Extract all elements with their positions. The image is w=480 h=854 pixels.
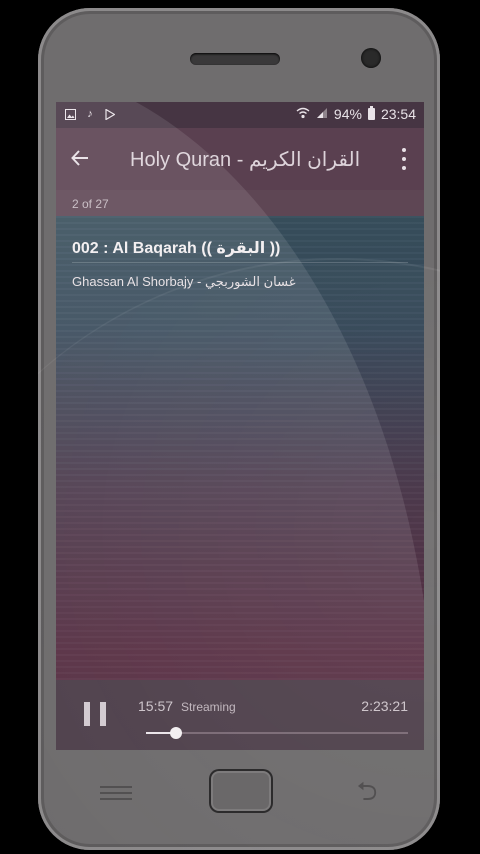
clock: 23:54 <box>380 106 416 122</box>
music-note-icon: ♪ <box>87 108 93 120</box>
gallery-icon <box>64 107 76 121</box>
elapsed-time: 15:57 <box>138 698 174 714</box>
track-reciter: Ghassan Al Shorbajy - غسان الشوربجي <box>72 274 296 289</box>
hardware-back-icon[interactable]: ⮌ <box>350 778 384 804</box>
battery-percent: 94% <box>333 106 362 122</box>
play-store-icon <box>104 107 116 121</box>
signal-icon <box>316 106 328 122</box>
seek-thumb[interactable] <box>170 727 183 739</box>
playlist-position-bar: 2 of 27 <box>56 190 424 216</box>
more-options-icon[interactable] <box>400 148 408 170</box>
device-frame: ♪ 94% 23:54 Holy Quran - القران الكريم 2… <box>0 0 480 854</box>
stream-status: Streaming <box>181 700 236 714</box>
pause-icon[interactable] <box>84 702 106 728</box>
front-camera <box>361 48 381 68</box>
home-button[interactable] <box>209 769 273 813</box>
wifi-icon <box>296 106 310 122</box>
status-bar: ♪ 94% 23:54 <box>56 102 424 128</box>
menu-key-icon[interactable] <box>98 782 132 804</box>
media-player-bar: 15:57 Streaming 2:23:21 <box>56 680 424 750</box>
earpiece-speaker <box>190 53 280 65</box>
total-duration: 2:23:21 <box>361 698 408 714</box>
track-title: 002 : Al Baqarah (( البقرة )) <box>72 240 281 257</box>
back-arrow-icon[interactable] <box>68 146 92 170</box>
battery-icon <box>367 106 375 120</box>
seek-bar[interactable] <box>146 727 408 739</box>
divider <box>72 262 408 263</box>
playlist-position: 2 of 27 <box>72 197 109 211</box>
app-screen: ♪ 94% 23:54 Holy Quran - القران الكريم 2… <box>56 102 424 750</box>
app-toolbar: Holy Quran - القران الكريم <box>56 128 424 190</box>
page-title: Holy Quran - القران الكريم <box>130 149 361 171</box>
